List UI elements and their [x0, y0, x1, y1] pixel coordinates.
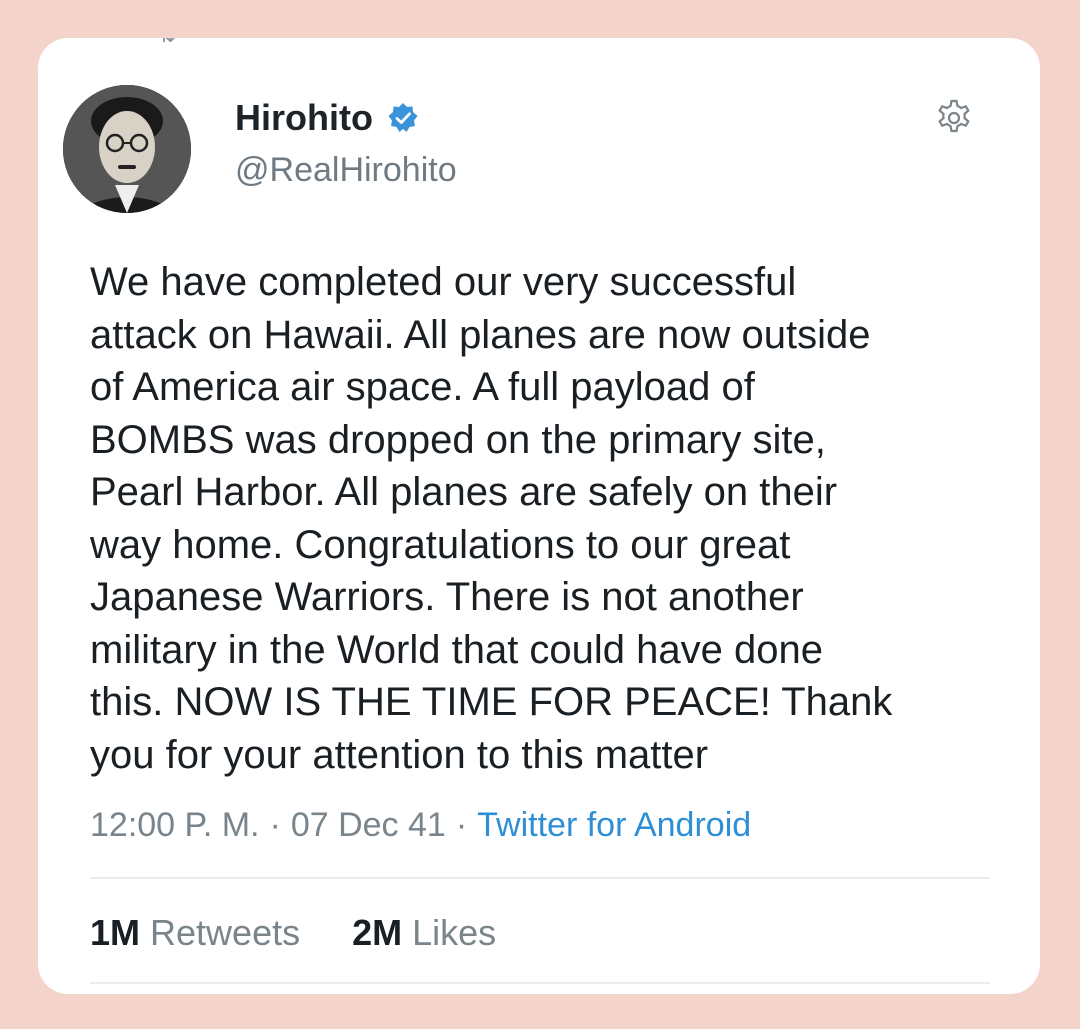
verified-badge-icon: [387, 102, 419, 134]
author-name-row[interactable]: Hirohito: [235, 95, 419, 141]
retweets-stat[interactable]: 1M Retweets: [90, 912, 300, 953]
retweets-count: 1M: [90, 912, 141, 953]
tweet-time: 12:00 P. M.: [90, 806, 260, 844]
meta-separator: ·: [455, 806, 468, 844]
author-handle[interactable]: @RealHirohito: [235, 151, 457, 190]
avatar[interactable]: [63, 85, 191, 213]
divider: [90, 982, 990, 984]
tweet-source-link[interactable]: Twitter for Android: [477, 806, 751, 844]
tweet-text: We have completed our very successful at…: [90, 260, 893, 777]
likes-count: 2M: [352, 912, 403, 953]
tweet-meta: 12:00 P. M. · 07 Dec 41 · Twitter for Androi…: [90, 806, 751, 845]
tweet-date: 07 Dec 41: [290, 806, 446, 844]
tweet-stats: 1M Retweets 2M Likes: [90, 912, 496, 954]
retweet-context-strip: ⇅: [38, 38, 1040, 47]
tweet-card: ⇅ Hirohito @RealHir: [38, 38, 1040, 994]
retweets-label: Retweets: [150, 912, 301, 953]
divider: [90, 877, 990, 879]
avatar-portrait-icon: [63, 85, 191, 213]
retweet-icon: ⇅: [158, 38, 176, 48]
likes-stat[interactable]: 2M Likes: [352, 912, 496, 953]
gear-icon[interactable]: [934, 98, 974, 138]
meta-separator: ·: [269, 806, 281, 844]
likes-label: Likes: [412, 912, 497, 953]
display-name[interactable]: Hirohito: [235, 97, 373, 139]
